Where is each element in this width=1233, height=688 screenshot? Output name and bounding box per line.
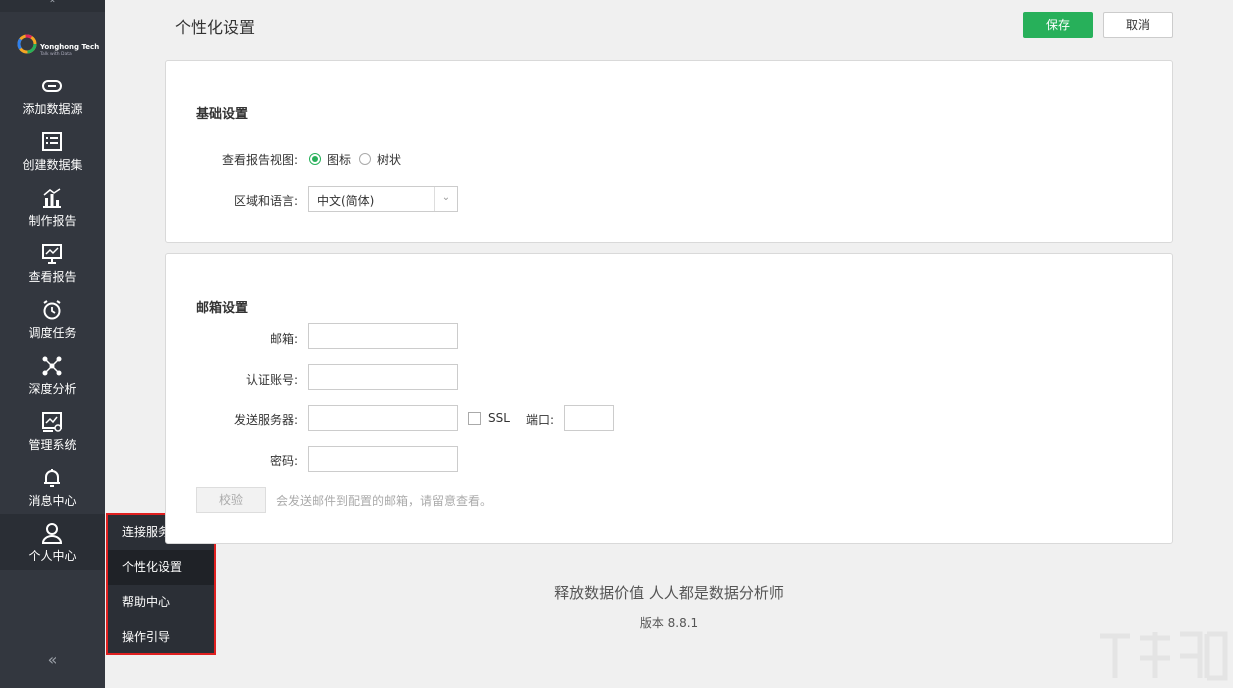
sidebar-item-label: 深度分析 — [28, 382, 77, 396]
slogan: 释放数据价值 人人都是数据分析师 — [554, 584, 784, 602]
logo-mark-icon — [17, 34, 37, 54]
basic-settings-panel: 基础设置 查看报告视图: 图标 树状 区域和语言: 中文(简体) ⌄ — [165, 60, 1173, 243]
logo-tagline: Talk with Data — [40, 52, 72, 57]
view-radio-icon[interactable] — [309, 153, 321, 165]
locale-select[interactable]: 中文(简体) ⌄ — [308, 186, 458, 212]
sidebar-item-label: 添加数据源 — [22, 102, 83, 116]
sidebar-item-create-dataset[interactable]: 创建数据集 — [0, 131, 105, 187]
collapse-sidebar-icon[interactable]: « — [0, 650, 105, 669]
mail-settings-panel: 邮箱设置 邮箱: 认证账号: 发送服务器: SSL 端口: 密码: 校验 会发送… — [165, 253, 1173, 544]
presentation-icon — [42, 244, 62, 264]
auth-account-field[interactable] — [308, 364, 458, 390]
logo-name: Yonghong Tech — [40, 43, 100, 51]
port-field[interactable] — [564, 405, 614, 431]
sidebar-item-deep-analysis[interactable]: 深度分析 — [0, 355, 105, 411]
view-radio-tree[interactable] — [359, 153, 371, 165]
ssl-checkbox[interactable] — [468, 412, 481, 425]
admin-gear-icon — [42, 412, 62, 432]
auth-account-label: 认证账号: — [245, 373, 298, 387]
submenu-item-personal-settings[interactable]: 个性化设置 — [108, 550, 214, 585]
view-label: 查看报告视图: — [221, 153, 298, 167]
page-header: 个性化设置 保存 取消 — [105, 0, 1233, 48]
basic-settings-title: 基础设置 — [196, 107, 249, 122]
cancel-button[interactable]: 取消 — [1103, 12, 1173, 38]
bell-icon — [44, 469, 60, 487]
sidebar-item-personal-center[interactable]: 个人中心 — [0, 514, 105, 570]
view-option-icon-label: 图标 — [327, 153, 352, 167]
smtp-server-label: 发送服务器: — [233, 413, 298, 427]
password-label: 密码: — [269, 454, 298, 468]
verify-hint: 会发送邮件到配置的邮箱，请留意查看。 — [276, 494, 493, 508]
view-option-tree-label: 树状 — [377, 153, 402, 167]
sidebar-item-view-report[interactable]: 查看报告 — [0, 243, 105, 299]
link-icon — [42, 80, 62, 92]
page-title: 个性化设置 — [175, 18, 256, 37]
sidebar-item-label: 个人中心 — [28, 549, 77, 563]
network-nodes-icon — [42, 356, 62, 376]
alarm-clock-icon — [43, 300, 61, 320]
sidebar-item-label: 创建数据集 — [22, 158, 83, 172]
email-label: 邮箱: — [269, 332, 298, 346]
sidebar-item-label: 调度任务 — [28, 326, 77, 340]
scroll-up-icon[interactable]: ⌃ — [0, 0, 105, 12]
smtp-server-field[interactable] — [308, 405, 458, 431]
logo: Yonghong Tech Talk with Data — [16, 25, 100, 61]
save-button[interactable]: 保存 — [1023, 12, 1093, 38]
locale-select-value: 中文(简体) — [317, 194, 375, 208]
sidebar-item-label: 管理系统 — [28, 438, 77, 452]
port-label: 端口: — [526, 413, 555, 427]
mail-settings-title: 邮箱设置 — [196, 301, 249, 316]
sidebar-item-admin-system[interactable]: 管理系统 — [0, 411, 105, 467]
email-field[interactable] — [308, 323, 458, 349]
sidebar-item-make-report[interactable]: 制作报告 — [0, 187, 105, 243]
dataset-icon — [42, 132, 62, 151]
sidebar-item-add-datasource[interactable]: 添加数据源 — [0, 75, 105, 131]
site-watermark-logo — [1100, 631, 1228, 681]
sidebar-item-label: 制作报告 — [28, 214, 77, 228]
password-field[interactable] — [308, 446, 458, 472]
chevron-down-icon[interactable]: ⌄ — [434, 187, 457, 211]
sidebar-item-label: 消息中心 — [28, 494, 77, 508]
locale-label: 区域和语言: — [233, 194, 298, 208]
verify-button[interactable]: 校验 — [196, 487, 266, 513]
version-text: 版本 8.8.1 — [639, 616, 699, 630]
user-icon — [41, 523, 63, 544]
sidebar: ⌃ Yonghong Tech Talk with Data 添加数据源 创建数… — [0, 0, 105, 688]
sidebar-item-label: 查看报告 — [28, 270, 77, 284]
ssl-label: SSL — [488, 411, 510, 425]
sidebar-item-schedule-task[interactable]: 调度任务 — [0, 299, 105, 355]
chart-bar-icon — [43, 188, 61, 208]
